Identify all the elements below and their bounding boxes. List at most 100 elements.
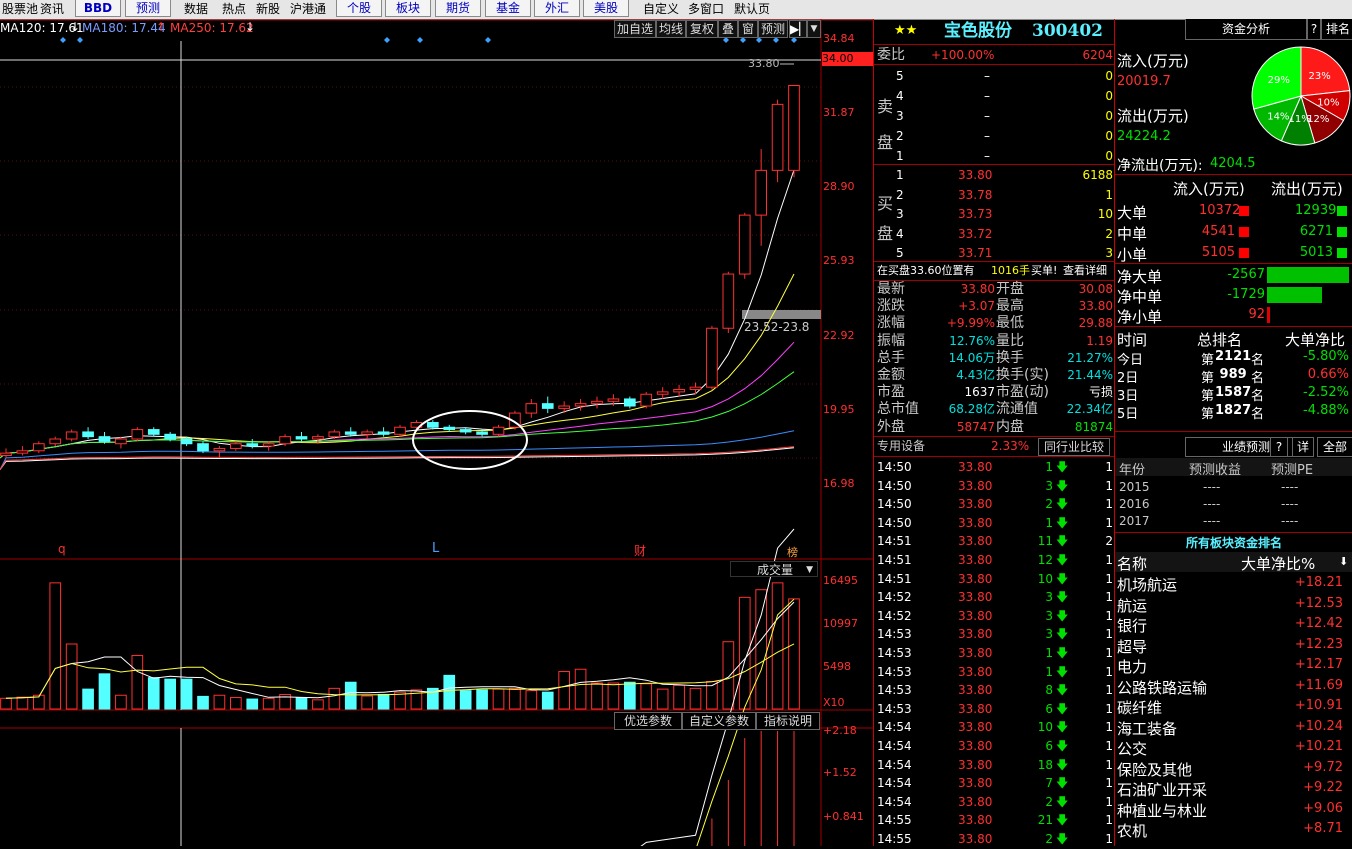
level-volume: 1 [1105,187,1113,202]
tab-earnings-forecast[interactable]: 业绩预测 [1185,437,1307,457]
adjust-button[interactable]: 复权 [686,20,718,38]
sell-level-row[interactable]: 3 – 0 [874,107,1115,125]
forecast-detail-button[interactable]: 详 [1292,437,1314,457]
event-marker-finance[interactable]: 财 [634,542,646,559]
sell-level-row[interactable]: 2 – 0 [874,127,1115,145]
tab-sector[interactable]: 板块 [385,0,431,17]
window-button[interactable]: 窗 [738,20,758,38]
expand-icon[interactable]: ▶▏ [789,20,808,38]
sell-level-row[interactable]: 4 – 0 [874,87,1115,105]
tab-futures[interactable]: 期货 [435,0,481,17]
star-icon[interactable]: ★★ [894,19,917,43]
sector-row[interactable]: 保险及其他 +9.72 [1115,758,1352,779]
stat-value: +3.07 [958,299,995,314]
flow-out-header: 流出(万元) [1271,180,1343,198]
tab-fund[interactable]: 基金 [485,0,531,17]
forecast-button[interactable]: 预测 [758,20,788,38]
event-diamond-icon[interactable] [485,37,491,43]
sector-row[interactable]: 超导 +12.23 [1115,635,1352,656]
arrow-down-icon: 🡇 [1056,701,1069,716]
menu-item-stock-pool[interactable]: 股票池 [2,0,38,19]
chart-area[interactable]: MA120: 17.61 ↓ MA180: 17.44 ↑ MA250: 17.… [0,19,873,849]
sector-row[interactable]: 农机 +8.71 [1115,819,1352,840]
help-button[interactable]: ? [1307,19,1321,40]
sector-row[interactable]: 银行 +12.42 [1115,614,1352,635]
event-diamond-icon[interactable] [60,37,66,43]
buy-level-row[interactable]: 5 33.71 3 [874,244,1115,262]
buy-level-row[interactable]: 3 33.73 10 [874,205,1115,223]
buy-level-row[interactable]: 2 33.78 1 [874,186,1115,204]
sector-row[interactable]: 碳纤维 +10.91 [1115,696,1352,717]
sector-row[interactable]: 航运 +12.53 [1115,594,1352,615]
menu-item-multi-window[interactable]: 多窗口 [688,0,724,19]
indicator-help-button[interactable]: 指标说明 [756,712,820,730]
peer-compare-button[interactable]: 同行业比较 [1038,438,1110,456]
sector-name: 公路铁路运输 [1117,678,1208,697]
sell-level-row[interactable]: 1 – 0 [874,147,1115,165]
volume-bar [262,697,275,710]
menu-item-custom[interactable]: 自定义 [643,0,679,19]
event-diamond-icon[interactable] [417,37,423,43]
volume-bar [344,681,357,710]
large-order-notice[interactable]: 在买盘33.60位置有 1016手 买单! 查看详细 [874,262,1115,280]
arrow-down-icon: 🡇 [1056,739,1069,753]
menu-item-data[interactable]: 数据 [184,0,208,19]
custom-params-button[interactable]: 自定义参数 [682,712,756,730]
candle-body [525,403,538,414]
sector-row[interactable]: 种植业与林业 +9.06 [1115,799,1352,820]
chevron-down-icon[interactable]: ▼ [807,20,821,38]
tick-volume: 3 [1045,608,1053,623]
volume-selector[interactable]: 成交量 ▼ [730,561,818,577]
ma-button[interactable]: 均线 [656,20,686,38]
volume-bar [295,697,308,710]
tab-stock[interactable]: 个股 [336,0,382,17]
buy-level-row[interactable]: 4 33.72 2 [874,225,1115,243]
price-axis-label: 25.93 [823,254,855,267]
tab-capital-analysis[interactable]: 资金分析 [1185,19,1307,40]
tab-ranking[interactable]: 排名 [1321,19,1352,40]
sector-row[interactable]: 公路铁路运输 +11.69 [1115,676,1352,697]
stat-value: 21.44% [1067,368,1113,382]
sector-name: 农机 [1117,822,1148,840]
menu-item-ipo[interactable]: 新股 [256,0,280,19]
stat-row: 总市值 68.28亿 流通值 22.34亿 [874,401,1115,418]
tab-bbd[interactable]: BBD [75,0,121,17]
sort-down-icon[interactable]: ⬇ [1339,555,1348,568]
sell-level-row[interactable]: 5 – 0 [874,67,1115,85]
event-marker-l[interactable]: L [432,541,439,556]
sector-net-ratio: +18.21 [1294,575,1343,590]
tab-us-stock[interactable]: 美股 [583,0,629,17]
overlay-button[interactable]: 叠 [718,20,738,38]
event-diamond-icon[interactable] [77,37,83,43]
add-watchlist-button[interactable]: 加自选 [614,20,656,38]
tick-time: 14:51 [877,553,912,567]
menu-item-hot[interactable]: 热点 [222,0,246,19]
forecast-help-button[interactable]: ? [1270,437,1288,457]
menu-item-default-page[interactable]: 默认页 [734,0,770,19]
forecast-all-button[interactable]: 全部 [1317,437,1352,457]
tick-price: 33.80 [958,460,993,474]
tick-count: 1 [1105,608,1113,623]
preset-params-button[interactable]: 优选参数 [614,712,682,730]
sector-row[interactable]: 海工装备 +10.24 [1115,717,1352,738]
menu-item-news[interactable]: 资讯 [40,0,64,19]
arrow-down-icon: 🡇 [1056,683,1069,698]
buy-level-row[interactable]: 1 33.80 6188 [874,166,1115,184]
event-marker-q[interactable]: q [58,542,66,556]
forecast-header-row: 年份 预测收益 预测PE [1115,458,1352,478]
sector-row[interactable]: 石油矿业开采 +9.22 [1115,778,1352,799]
level-price: – [984,149,990,163]
event-marker-rank[interactable]: 榜 [787,544,798,560]
event-diamond-icon[interactable] [384,37,390,43]
level-number: 1 [896,168,904,182]
tab-forecast[interactable]: 预测 [125,0,171,17]
sector-row[interactable]: 公交 +10.21 [1115,737,1352,758]
menu-item-hk-connect[interactable]: 沪港通 [290,0,326,19]
sector-row[interactable]: 机场航运 +18.21 [1115,573,1352,594]
sector-col-net[interactable]: 大单净比% [1241,553,1315,574]
view-detail-link[interactable]: 查看详细 [1063,262,1107,280]
tick-price: 33.80 [958,832,993,846]
sector-row[interactable]: 电力 +12.17 [1115,655,1352,676]
forecast-pe: ---- [1281,480,1299,494]
tab-forex[interactable]: 外汇 [534,0,580,17]
